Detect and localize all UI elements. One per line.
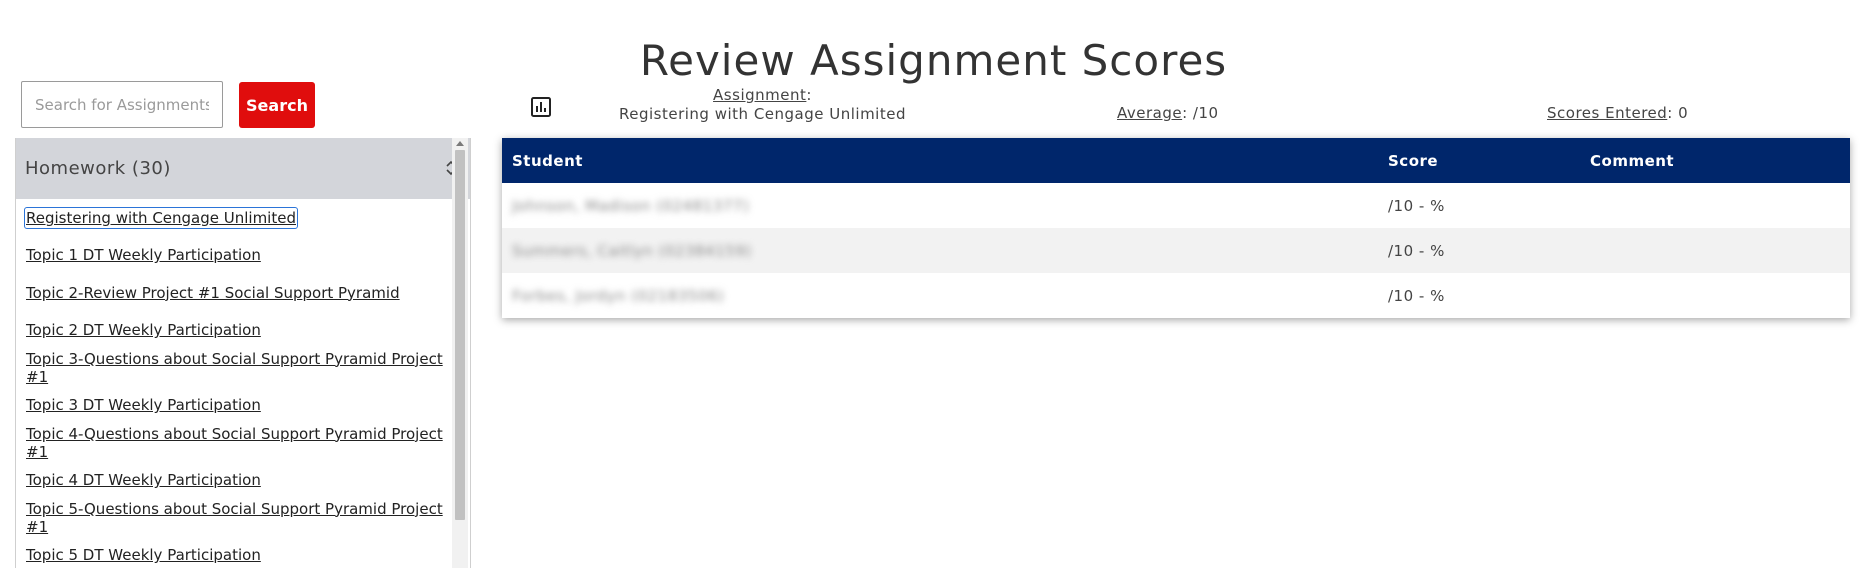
assignment-link[interactable]: Topic 2-Review Project #1 Social Support… [25, 283, 401, 303]
scrollbar-thumb[interactable] [455, 150, 465, 520]
page: Review Assignment Scores Search Homework… [0, 0, 1867, 568]
list-item: Topic 1 DT Weekly Participation [16, 237, 470, 275]
column-header-score[interactable]: Score [1378, 138, 1580, 183]
assignment-name: Registering with Cengage Unlimited [619, 105, 906, 123]
assignment-link[interactable]: Topic 5 DT Weekly Participation [25, 545, 262, 565]
assignment-link-selected[interactable]: Registering with Cengage Unlimited [24, 206, 298, 229]
scores-entered-summary: Scores Entered: 0 [1547, 104, 1688, 122]
table-row[interactable]: Johnson, Madison (02481377) /10 - % [502, 183, 1850, 228]
table-row[interactable]: Summers, Caitlyn (02384159) /10 - % [502, 228, 1850, 273]
student-cell: Johnson, Madison (02481377) [502, 183, 1378, 228]
list-item: Registering with Cengage Unlimited [16, 199, 470, 237]
page-title: Review Assignment Scores [639, 36, 1228, 86]
assignment-link[interactable]: Topic 2 DT Weekly Participation [25, 320, 262, 340]
score-cell[interactable]: /10 - % [1378, 273, 1580, 318]
student-name: Forbes, Jordyn (02183506) [512, 286, 725, 305]
score-cell[interactable]: /10 - % [1378, 228, 1580, 273]
scores-entered-label: Scores Entered [1547, 104, 1668, 122]
column-header-student[interactable]: Student [502, 138, 1378, 183]
average-label: Average [1117, 104, 1183, 122]
assignment-link[interactable]: Topic 4-Questions about Social Support P… [25, 424, 470, 462]
score-cell[interactable]: /10 - % [1378, 183, 1580, 228]
list-item: Topic 5 DT Weekly Participation [16, 537, 470, 568]
student-cell: Forbes, Jordyn (02183506) [502, 273, 1378, 318]
list-item: Topic 3-Questions about Social Support P… [16, 349, 470, 387]
student-name: Johnson, Madison (02481377) [512, 196, 750, 215]
table-row[interactable]: Forbes, Jordyn (02183506) /10 - % [502, 273, 1850, 318]
scores-table-container: Student Score Comment Johnson, Madison (… [502, 138, 1850, 318]
assignment-summary: Assignment: Registering with Cengage Unl… [590, 86, 935, 124]
assignment-list: Registering with Cengage Unlimited Topic… [16, 199, 470, 568]
assignment-label-colon: : [806, 86, 812, 104]
assignment-sidebar: Homework (30) Registering with Cengage U… [15, 138, 471, 568]
list-item: Topic 2 DT Weekly Participation [16, 312, 470, 350]
assignment-link[interactable]: Topic 4 DT Weekly Participation [25, 470, 262, 490]
column-header-comment[interactable]: Comment [1580, 138, 1850, 183]
list-item: Topic 5-Questions about Social Support P… [16, 499, 470, 537]
list-item: Topic 4-Questions about Social Support P… [16, 424, 470, 462]
scores-entered-value: : 0 [1667, 104, 1689, 122]
list-item: Topic 2-Review Project #1 Social Support… [16, 274, 470, 312]
assignment-link[interactable]: Topic 3 DT Weekly Participation [25, 395, 262, 415]
scroll-up-arrow-icon[interactable] [456, 141, 464, 146]
list-item: Topic 3 DT Weekly Participation [16, 387, 470, 425]
list-item: Topic 4 DT Weekly Participation [16, 462, 470, 500]
student-cell: Summers, Caitlyn (02384159) [502, 228, 1378, 273]
assignment-label: Assignment [713, 86, 807, 104]
group-header-homework[interactable]: Homework (30) [16, 138, 470, 199]
search-input[interactable] [21, 81, 223, 128]
search-button[interactable]: Search [239, 82, 315, 128]
sidebar-scrollbar[interactable] [452, 138, 468, 568]
assignment-link[interactable]: Topic 5-Questions about Social Support P… [25, 499, 470, 537]
assignment-link[interactable]: Topic 1 DT Weekly Participation [25, 245, 262, 265]
bar-chart-icon[interactable] [530, 96, 552, 118]
student-name: Summers, Caitlyn (02384159) [512, 241, 752, 260]
assignment-link[interactable]: Topic 3-Questions about Social Support P… [25, 349, 470, 387]
group-header-label: Homework (30) [25, 158, 171, 179]
comment-cell[interactable] [1580, 273, 1850, 318]
table-header-row: Student Score Comment [502, 138, 1850, 183]
average-value: : /10 [1182, 104, 1219, 122]
scores-table: Student Score Comment Johnson, Madison (… [502, 138, 1850, 318]
average-summary: Average: /10 [1117, 104, 1219, 122]
comment-cell[interactable] [1580, 228, 1850, 273]
comment-cell[interactable] [1580, 183, 1850, 228]
